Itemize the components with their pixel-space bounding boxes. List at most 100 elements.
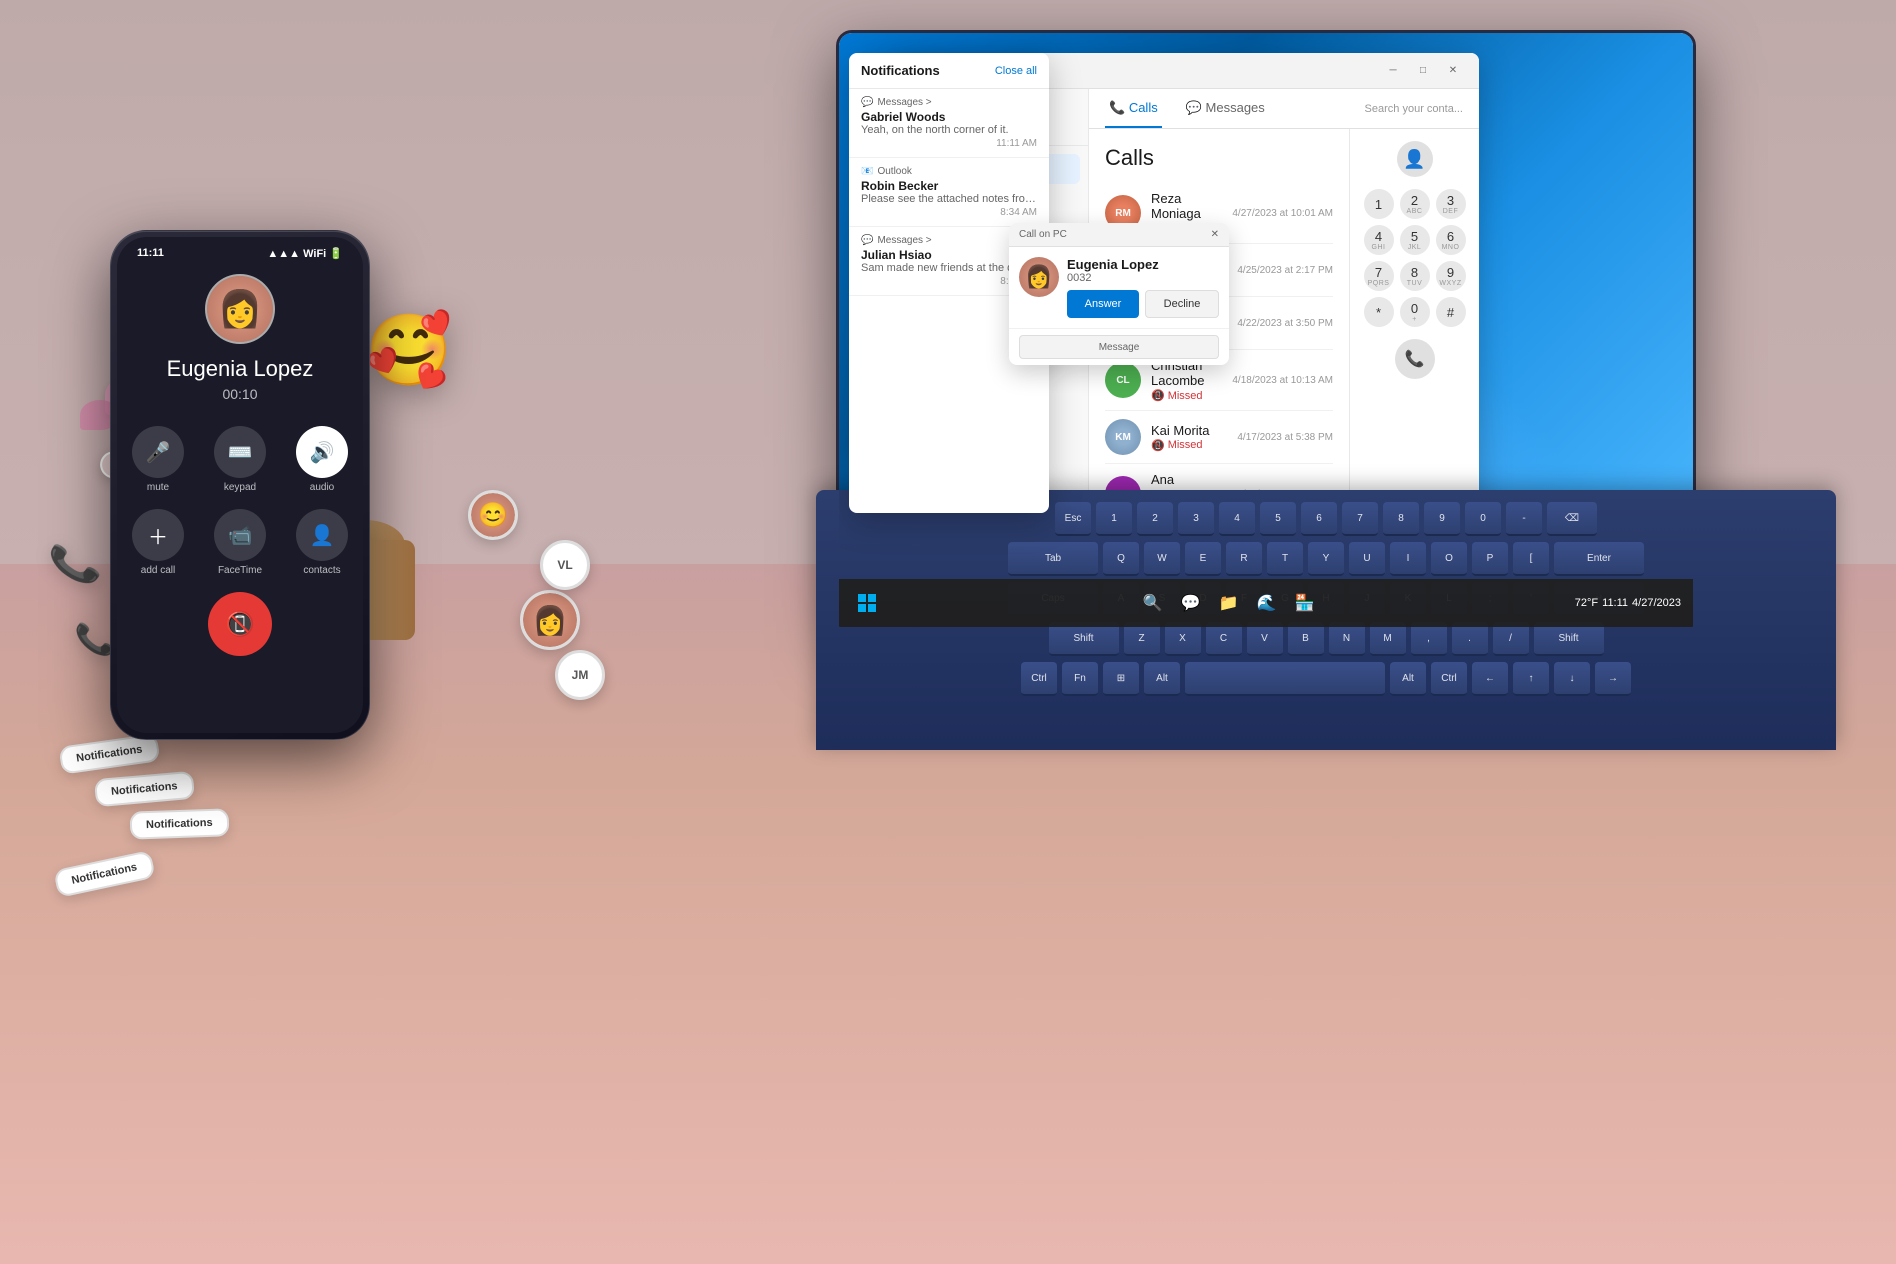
audio-circle[interactable]: 🔊 — [296, 426, 348, 478]
key-m[interactable]: M — [1370, 622, 1406, 656]
dialpad-key-2[interactable]: 2 ABC — [1400, 189, 1430, 219]
key-alt-l[interactable]: Alt — [1144, 662, 1180, 696]
contacts-circle[interactable]: 👤 — [296, 509, 348, 561]
key-9[interactable]: 9 — [1424, 502, 1460, 536]
key-y[interactable]: Y — [1308, 542, 1344, 576]
key-win[interactable]: ⊞ — [1103, 662, 1139, 696]
key-ctrl-r[interactable]: Ctrl — [1431, 662, 1467, 696]
phone-keypad-btn[interactable]: ⌨️ keypad — [214, 426, 266, 493]
key-6[interactable]: 6 — [1301, 502, 1337, 536]
key-8[interactable]: 8 — [1383, 502, 1419, 536]
taskbar-app2-icon[interactable]: 📁 — [1213, 587, 1245, 619]
key-e[interactable]: E — [1185, 542, 1221, 576]
key-i[interactable]: I — [1390, 542, 1426, 576]
dialpad-key-star[interactable]: * — [1364, 297, 1394, 327]
call-type-christian: 📵 Missed — [1151, 389, 1222, 402]
window-maximize-btn[interactable]: □ — [1409, 61, 1437, 81]
call-notif-answer-btn[interactable]: Answer — [1067, 290, 1139, 318]
key-3[interactable]: 3 — [1178, 502, 1214, 536]
search-placeholder: Search your conta... — [1365, 103, 1463, 115]
taskbar-windows-logo[interactable] — [851, 587, 883, 619]
notif-item-robin[interactable]: 📧 Outlook Robin Becker Please see the at… — [849, 158, 1049, 227]
key-alt-r[interactable]: Alt — [1390, 662, 1426, 696]
dialpad-key-9[interactable]: 9 WXYZ — [1436, 261, 1466, 291]
window-minimize-btn[interactable]: ─ — [1379, 61, 1407, 81]
key-z[interactable]: Z — [1124, 622, 1160, 656]
taskbar-store-icon[interactable]: 🏪 — [1289, 587, 1321, 619]
key-1[interactable]: 1 — [1096, 502, 1132, 536]
avatar-kai2-initials: KM — [1115, 432, 1131, 443]
key-w[interactable]: W — [1144, 542, 1180, 576]
taskbar-edge-icon[interactable]: 🌊 — [1251, 587, 1283, 619]
key-slash[interactable]: / — [1493, 622, 1529, 656]
key-space[interactable] — [1185, 662, 1385, 696]
app-search-box[interactable]: Search your conta... — [1365, 103, 1463, 115]
call-notif-message-btn[interactable]: Message — [1019, 335, 1219, 359]
key-p[interactable]: P — [1472, 542, 1508, 576]
key-esc[interactable]: Esc — [1055, 502, 1091, 536]
facetime-circle[interactable]: 📹 — [214, 509, 266, 561]
key-minus[interactable]: - — [1506, 502, 1542, 536]
phone-facetime-btn[interactable]: 📹 FaceTime — [214, 509, 266, 576]
key-arrow-u[interactable]: ↑ — [1513, 662, 1549, 696]
key-ctrl-l[interactable]: Ctrl — [1021, 662, 1057, 696]
phone-audio-btn[interactable]: 🔊 audio — [296, 426, 348, 493]
key-x[interactable]: X — [1165, 622, 1201, 656]
mute-circle[interactable]: 🎤 — [132, 426, 184, 478]
dialpad-call-btn[interactable]: 📞 — [1395, 339, 1435, 379]
key-2[interactable]: 2 — [1137, 502, 1173, 536]
keypad-circle[interactable]: ⌨️ — [214, 426, 266, 478]
dialpad-key-5[interactable]: 5 JKL — [1400, 225, 1430, 255]
key-fn[interactable]: Fn — [1062, 662, 1098, 696]
key-c[interactable]: C — [1206, 622, 1242, 656]
dialpad-key-7[interactable]: 7 PQRS — [1364, 261, 1394, 291]
key-arrow-r[interactable]: → — [1595, 662, 1631, 696]
key-shift-l[interactable]: Shift — [1049, 622, 1119, 656]
taskbar-app1-icon[interactable]: 💬 — [1175, 587, 1207, 619]
call-notif-header: Call on PC ✕ — [1009, 223, 1229, 247]
call-item-kai2[interactable]: KM Kai Morita 📵 Missed — [1105, 411, 1333, 464]
dialpad-key-hash[interactable]: # — [1436, 297, 1466, 327]
key-bracket-l[interactable]: [ — [1513, 542, 1549, 576]
call-notif-dismiss-btn[interactable]: ✕ — [1211, 229, 1219, 240]
key-q[interactable]: Q — [1103, 542, 1139, 576]
notif-close-all-btn[interactable]: Close all — [995, 65, 1037, 77]
key-5[interactable]: 5 — [1260, 502, 1296, 536]
dialpad-key-8[interactable]: 8 TUV — [1400, 261, 1430, 291]
notif-item-gabriel[interactable]: 💬 Messages > Gabriel Woods Yeah, on the … — [849, 89, 1049, 158]
tab-calls[interactable]: 📞 Calls — [1105, 89, 1162, 128]
phone-mute-btn[interactable]: 🎤 mute — [132, 426, 184, 493]
dialpad-key-1[interactable]: 1 — [1364, 189, 1394, 219]
key-n[interactable]: N — [1329, 622, 1365, 656]
window-close-btn[interactable]: ✕ — [1439, 61, 1467, 81]
key-enter[interactable]: Enter — [1554, 542, 1644, 576]
phone-addcall-btn[interactable]: ＋ add call — [132, 509, 184, 576]
key-arrow-d[interactable]: ↓ — [1554, 662, 1590, 696]
key-arrow-l[interactable]: ← — [1472, 662, 1508, 696]
call-notif-decline-btn[interactable]: Decline — [1145, 290, 1219, 318]
tab-messages[interactable]: 💬 Messages — [1182, 89, 1269, 128]
key-shift-r[interactable]: Shift — [1534, 622, 1604, 656]
dialpad-key-6[interactable]: 6 MNO — [1436, 225, 1466, 255]
key-comma[interactable]: , — [1411, 622, 1447, 656]
key-b[interactable]: B — [1288, 622, 1324, 656]
addcall-circle[interactable]: ＋ — [132, 509, 184, 561]
phone-contacts-btn[interactable]: 👤 contacts — [296, 509, 348, 576]
dialpad-key-4[interactable]: 4 GHI — [1364, 225, 1394, 255]
key-t[interactable]: T — [1267, 542, 1303, 576]
key-7[interactable]: 7 — [1342, 502, 1378, 536]
key-tab[interactable]: Tab — [1008, 542, 1098, 576]
key-u[interactable]: U — [1349, 542, 1385, 576]
taskbar-time: 11:11 — [1602, 597, 1628, 609]
dialpad-key-3[interactable]: 3 DEF — [1436, 189, 1466, 219]
key-o[interactable]: O — [1431, 542, 1467, 576]
key-4[interactable]: 4 — [1219, 502, 1255, 536]
key-v[interactable]: V — [1247, 622, 1283, 656]
key-period[interactable]: . — [1452, 622, 1488, 656]
taskbar-search-icon[interactable]: 🔍 — [1137, 587, 1169, 619]
key-r[interactable]: R — [1226, 542, 1262, 576]
key-backspace[interactable]: ⌫ — [1547, 502, 1597, 536]
phone-end-call-btn[interactable]: 📵 — [208, 592, 272, 656]
key-0[interactable]: 0 — [1465, 502, 1501, 536]
dialpad-key-0[interactable]: 0 + — [1400, 297, 1430, 327]
